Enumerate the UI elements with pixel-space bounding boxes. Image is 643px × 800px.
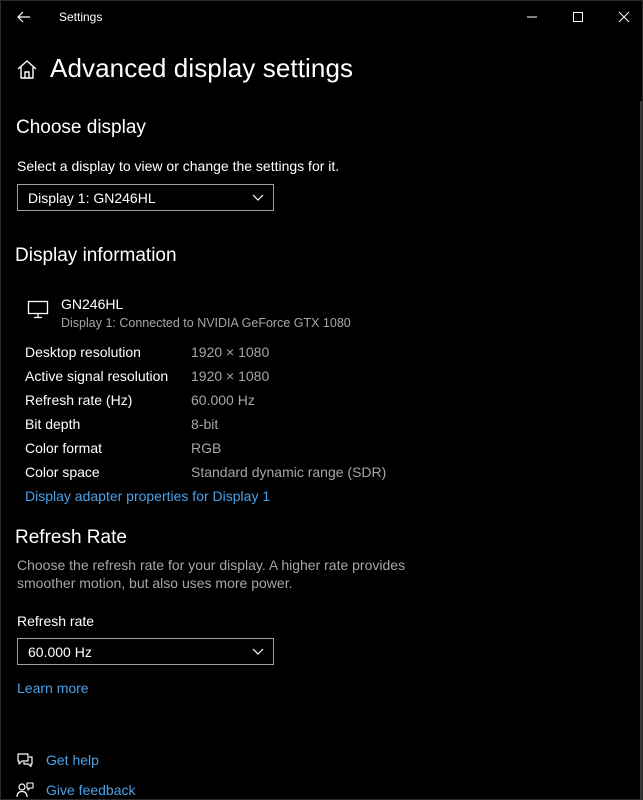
window-title: Settings bbox=[59, 10, 103, 24]
chevron-down-icon bbox=[252, 194, 264, 201]
info-value: 60.000 Hz bbox=[191, 392, 255, 408]
title-bar: Settings bbox=[1, 1, 642, 33]
info-value: 8-bit bbox=[191, 416, 219, 432]
learn-more-link[interactable]: Learn more bbox=[17, 680, 89, 696]
monitor-connection-desc: Display 1: Connected to NVIDIA GeForce G… bbox=[61, 316, 351, 330]
page-title: Advanced display settings bbox=[50, 53, 354, 83]
info-label: Active signal resolution bbox=[25, 368, 169, 384]
info-label: Refresh rate (Hz) bbox=[25, 392, 133, 408]
monitor-name: GN246HL bbox=[61, 296, 124, 312]
info-label: Bit depth bbox=[25, 416, 81, 432]
info-value: RGB bbox=[191, 440, 222, 456]
info-row-color-space: Color space Standard dynamic range (SDR) bbox=[25, 464, 425, 484]
scrollbar[interactable] bbox=[640, 101, 642, 799]
refresh-rate-label: Refresh rate bbox=[17, 613, 95, 629]
refresh-rate-desc-line1: Choose the refresh rate for your display… bbox=[17, 557, 406, 573]
info-row-color-format: Color format RGB bbox=[25, 440, 425, 460]
give-feedback-link[interactable]: Give feedback bbox=[46, 782, 136, 798]
info-row-bit-depth: Bit depth 8-bit bbox=[25, 416, 425, 436]
info-label: Color space bbox=[25, 464, 100, 480]
refresh-rate-dropdown[interactable]: 60.000 Hz bbox=[17, 638, 274, 665]
minimize-button[interactable] bbox=[509, 1, 555, 33]
close-button[interactable] bbox=[601, 1, 642, 33]
info-label: Desktop resolution bbox=[25, 344, 141, 360]
get-help-link[interactable]: Get help bbox=[46, 752, 99, 768]
info-value: 1920 × 1080 bbox=[191, 344, 270, 360]
info-label: Color format bbox=[25, 440, 103, 456]
display-select-value: Display 1: GN246HL bbox=[28, 190, 156, 206]
choose-display-description: Select a display to view or change the s… bbox=[17, 158, 340, 174]
choose-display-heading: Choose display bbox=[16, 117, 146, 138]
home-icon bbox=[16, 59, 38, 81]
info-row-refresh-rate: Refresh rate (Hz) 60.000 Hz bbox=[25, 392, 425, 412]
chevron-down-icon bbox=[252, 648, 264, 655]
settings-window: Settings Advanced display settings Choos… bbox=[0, 0, 643, 800]
refresh-rate-heading: Refresh Rate bbox=[15, 527, 127, 548]
person-feedback-icon bbox=[16, 781, 34, 799]
display-information-heading: Display information bbox=[15, 245, 177, 266]
info-value: 1920 × 1080 bbox=[191, 368, 270, 384]
back-arrow-icon[interactable] bbox=[13, 7, 35, 27]
info-value: Standard dynamic range (SDR) bbox=[191, 464, 387, 480]
monitor-icon bbox=[27, 300, 49, 320]
refresh-rate-desc-line2: smoother motion, but also uses more powe… bbox=[17, 575, 293, 591]
display-adapter-properties-link[interactable]: Display adapter properties for Display 1 bbox=[25, 488, 270, 504]
get-help-icon bbox=[16, 751, 34, 769]
info-row-desktop-resolution: Desktop resolution 1920 × 1080 bbox=[25, 344, 425, 364]
info-row-active-signal-resolution: Active signal resolution 1920 × 1080 bbox=[25, 368, 425, 388]
refresh-rate-value: 60.000 Hz bbox=[28, 644, 92, 660]
maximize-button[interactable] bbox=[555, 1, 601, 33]
display-select-dropdown[interactable]: Display 1: GN246HL bbox=[17, 184, 274, 211]
